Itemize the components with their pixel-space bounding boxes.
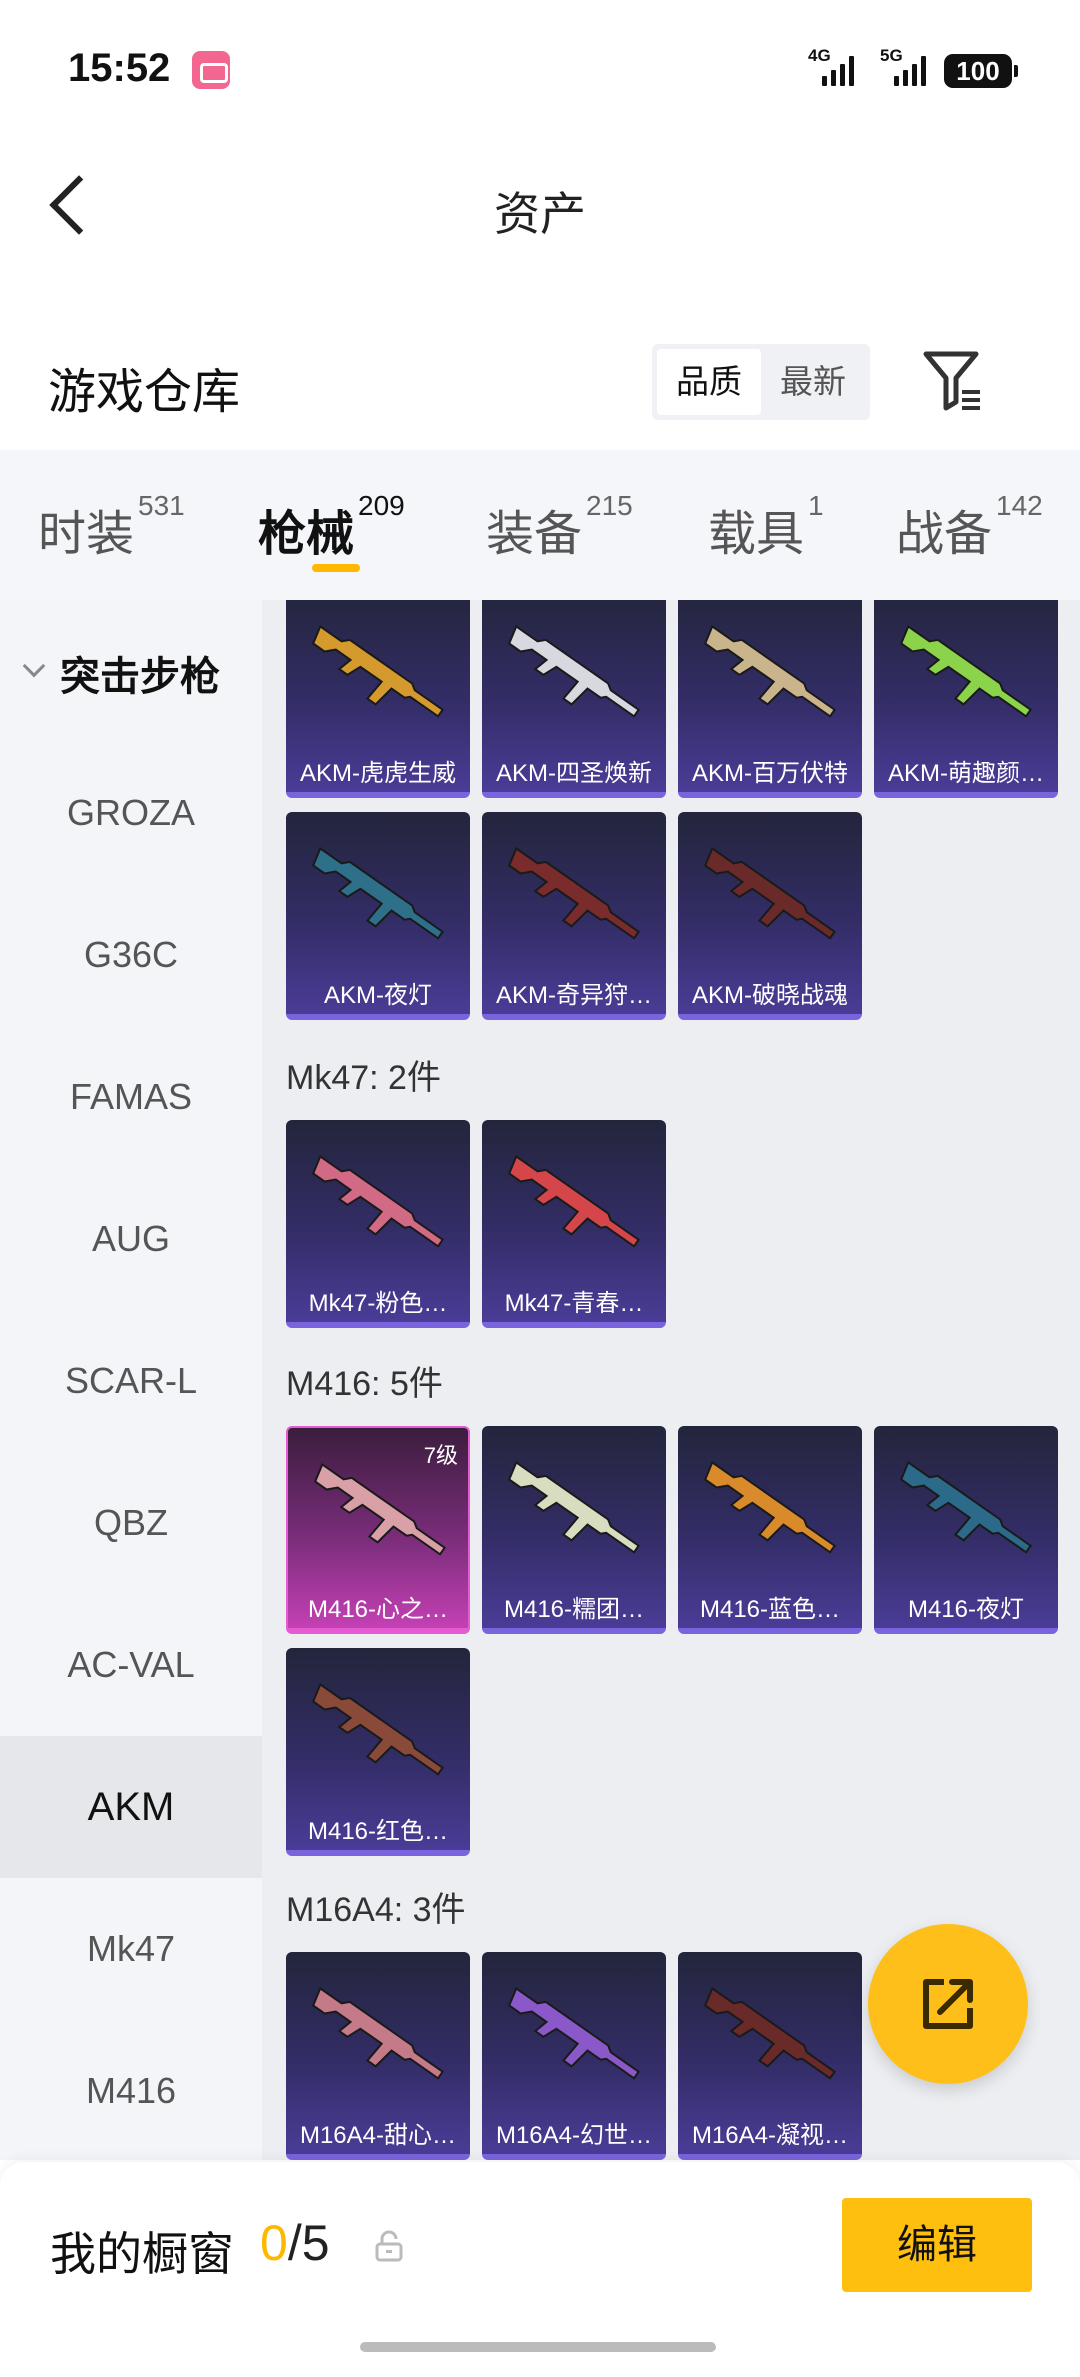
active-tab-indicator [312,564,360,572]
title-bar: 资产 [0,140,1080,270]
weapon-card-label: M16A4-凝视… [691,2122,849,2149]
weapon-card[interactable]: AKM-夜灯 [286,812,470,1020]
sort-newest-button[interactable]: 最新 [761,349,865,415]
weapon-card-label: AKM-奇异狩… [496,982,652,1009]
sidebar-item-scar-l[interactable]: SCAR-L [0,1310,262,1452]
weapon-card[interactable]: M416-夜灯 [874,1426,1058,1634]
signal-4g-icon: 4G [808,46,868,88]
weapon-card-label: M416-红色… [307,1818,449,1845]
weapon-card[interactable]: AKM-破晓战魂 [678,812,862,1020]
weapon-card-label: Mk47-青春… [504,1290,644,1317]
sort-quality-button[interactable]: 品质 [657,349,761,415]
weapon-skin-image [507,1986,641,2080]
weapon-card-label: M16A4-甜心… [299,2122,457,2149]
category-tabs: 时装531 枪械209 装备215 载具1 战备142 [0,450,1080,600]
weapon-card-label: M416-糯团… [503,1596,645,1623]
weapon-skin-image [899,624,1033,718]
weapon-skin-image [703,846,837,940]
weapon-skin-image [507,846,641,940]
status-time: 15:52 [68,46,171,90]
showcase-count: 0/5 [260,2215,330,2271]
warehouse-title: 游戏仓库 [48,366,241,419]
weapon-card[interactable]: AKM-虎虎生威 [286,600,470,798]
weapon-card[interactable]: AKM-奇异狩… [482,812,666,1020]
skin-level-badge: 7级 [423,1443,458,1468]
weapon-card-label: AKM-萌趣颜… [888,760,1044,787]
sidebar-group-assault-rifles[interactable]: 突击步枪 [0,600,262,742]
section-title-mk47: Mk47: 2件 [286,1059,441,1097]
weapon-card[interactable]: Mk47-粉色… [286,1120,470,1328]
section-title-m416: M416: 5件 [286,1365,443,1403]
battery-icon: 100 [944,54,1018,88]
weapon-skin-image [703,1986,837,2080]
weapon-card-label: Mk47-粉色… [308,1290,448,1317]
status-bar: 15:52 4G 5G 100 [0,0,1080,140]
sidebar-item-akm[interactable]: AKM [0,1736,262,1878]
sort-toggle: 品质 最新 [652,344,870,420]
weapon-card[interactable]: M16A4-甜心… [286,1952,470,2160]
weapon-skin-image [507,1460,641,1554]
weapon-card[interactable]: M416-糯团… [482,1426,666,1634]
sidebar-item-aug[interactable]: AUG [0,1168,262,1310]
page-title: 资产 [494,188,586,240]
sidebar-group-label: 突击步枪 [60,655,220,699]
weapon-skin-image [703,1460,837,1554]
weapon-card[interactable]: AKM-百万伏特 [678,600,862,798]
weapon-card[interactable]: M16A4-凝视… [678,1952,862,2160]
weapon-skin-image [311,846,445,940]
sidebar-item-g36c[interactable]: G36C [0,884,262,1026]
weapon-card-label: M16A4-幻世… [495,2122,653,2149]
weapon-skin-image [899,1460,1033,1554]
weapon-card-label: M416-蓝色… [699,1596,841,1623]
tab-fashion[interactable]: 时装531 [38,490,185,564]
weapon-card-label: AKM-百万伏特 [692,760,848,787]
sidebar-item-famas[interactable]: FAMAS [0,1026,262,1168]
weapon-skin-image [507,624,641,718]
weapon-skin-image [313,1462,447,1556]
weapon-card[interactable]: AKM-萌趣颜… [874,600,1058,798]
weapon-card-label: AKM-虎虎生威 [300,760,456,787]
tab-equipment[interactable]: 装备215 [486,490,633,564]
weapon-skin-image [311,624,445,718]
weapon-skin-image [507,1154,641,1248]
weapon-card-label: M416-心之… [307,1596,449,1623]
weapon-card[interactable]: M16A4-幻世… [482,1952,666,2160]
showcase-bar: 我的橱窗 0/5 编辑 [0,2162,1080,2377]
signal-5g-icon: 5G [880,46,940,88]
showcase-label: 我的橱窗 [50,2228,234,2280]
weapon-skin-image [311,1682,445,1776]
lock-icon [375,2230,403,2262]
filter-icon[interactable] [920,344,986,414]
sidebar-item-groza[interactable]: GROZA [0,742,262,884]
sidebar-item-qbz[interactable]: QBZ [0,1452,262,1594]
home-indicator [360,2342,716,2352]
weapon-card-label: AKM-破晓战魂 [692,982,848,1009]
weapon-sidebar: 突击步枪 GROZA G36C FAMAS AUG SCAR-L QBZ AC-… [0,600,262,2160]
section-title-m16a4: M16A4: 3件 [286,1891,466,1929]
weapon-skin-image [703,624,837,718]
weapon-card[interactable]: M416-红色… [286,1648,470,1856]
weapon-card-label: AKM-夜灯 [324,982,432,1009]
share-button[interactable] [868,1924,1028,2084]
chevron-down-icon [22,654,46,678]
tab-supplies[interactable]: 战备142 [896,490,1043,564]
tab-vehicles[interactable]: 载具1 [708,490,824,564]
weapon-card[interactable]: 7级 M416-心之… [286,1426,470,1634]
sidebar-item-mk47[interactable]: Mk47 [0,1878,262,2020]
sidebar-item-m416[interactable]: M416 [0,2020,262,2162]
edit-button[interactable]: 编辑 [842,2198,1032,2292]
weapon-skin-image [311,1986,445,2080]
sidebar-item-ac-val[interactable]: AC-VAL [0,1594,262,1736]
weapon-skin-image [311,1154,445,1248]
weapon-card[interactable]: M416-蓝色… [678,1426,862,1634]
warehouse-header: 游戏仓库 品质 最新 [0,330,1080,440]
weapon-card[interactable]: Mk47-青春… [482,1120,666,1328]
share-icon [923,1979,973,2029]
weapon-card-label: M416-夜灯 [907,1596,1025,1623]
weapon-card[interactable]: AKM-四圣焕新 [482,600,666,798]
tab-guns[interactable]: 枪械209 [258,490,405,564]
weapon-card-label: AKM-四圣焕新 [496,760,652,787]
bilibili-app-icon [192,51,230,89]
